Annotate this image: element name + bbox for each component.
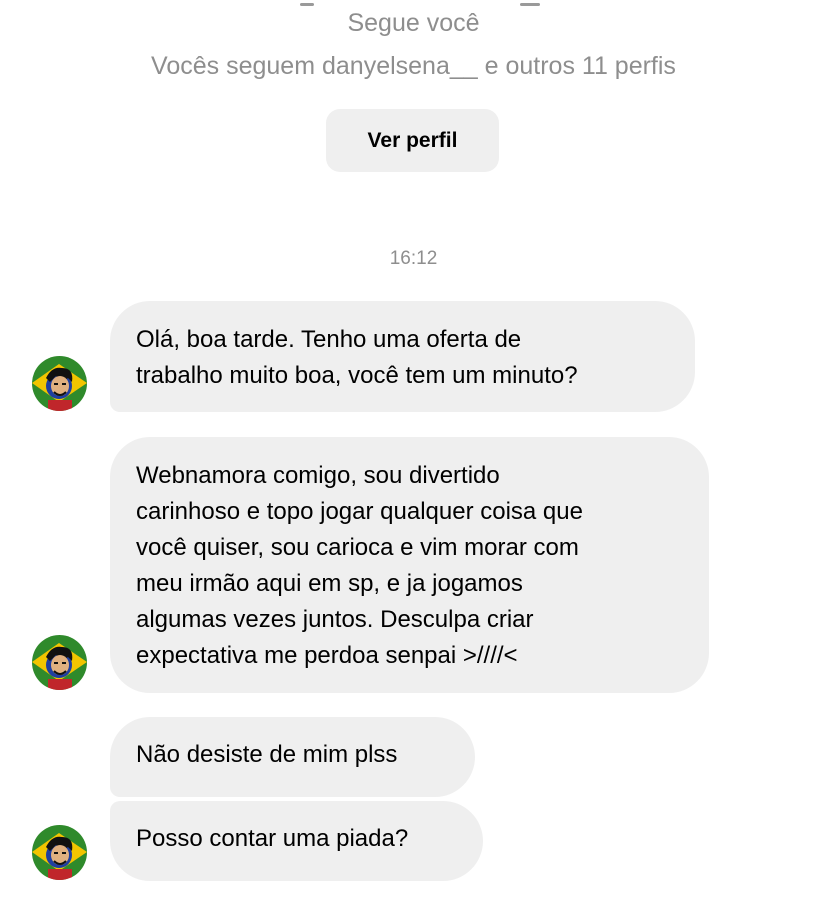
message-bubble[interactable]: Posso contar uma piada?	[110, 801, 483, 881]
follows-you-label: Segue você	[347, 9, 480, 37]
view-profile-button[interactable]: Ver perfil	[326, 109, 499, 172]
message-bubble[interactable]: Webnamora comigo, sou divertido carinhos…	[110, 437, 709, 693]
message-timestamp: 16:12	[389, 248, 438, 269]
avatar-image-icon	[32, 825, 87, 880]
message-text: Posso contar uma piada?	[136, 825, 409, 852]
mutual-followers-label[interactable]: Vocês seguem danyelsena__ e outros 11 pe…	[0, 51, 827, 81]
message-text: Webnamora comigo, sou divertido carinhos…	[136, 462, 583, 669]
sender-avatar[interactable]	[32, 356, 87, 411]
avatar-image-icon	[32, 635, 87, 690]
message-bubble[interactable]: Não desiste de mim plss	[110, 717, 475, 797]
sender-avatar[interactable]	[32, 825, 87, 880]
message-text: Olá, boa tarde. Tenho uma oferta de trab…	[136, 326, 578, 389]
avatar-image-icon	[32, 356, 87, 411]
sender-avatar[interactable]	[32, 635, 87, 690]
message-bubble[interactable]: Olá, boa tarde. Tenho uma oferta de trab…	[110, 301, 695, 412]
cut-off-profile-name	[0, 0, 827, 6]
message-text: Não desiste de mim plss	[136, 741, 398, 768]
